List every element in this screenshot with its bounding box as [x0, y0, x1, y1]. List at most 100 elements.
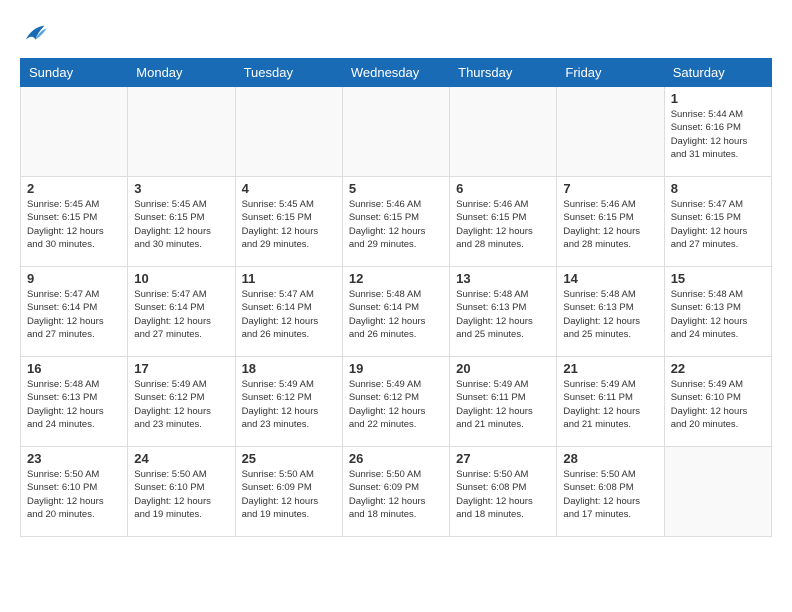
calendar-header-monday: Monday — [128, 59, 235, 87]
day-info: Sunrise: 5:44 AMSunset: 6:16 PMDaylight:… — [671, 108, 765, 161]
day-info: Sunrise: 5:50 AMSunset: 6:09 PMDaylight:… — [349, 468, 443, 521]
calendar-cell: 11Sunrise: 5:47 AMSunset: 6:14 PMDayligh… — [235, 267, 342, 357]
day-number: 18 — [242, 361, 336, 376]
day-number: 15 — [671, 271, 765, 286]
day-number: 20 — [456, 361, 550, 376]
day-info: Sunrise: 5:48 AMSunset: 6:13 PMDaylight:… — [671, 288, 765, 341]
day-number: 14 — [563, 271, 657, 286]
day-info: Sunrise: 5:50 AMSunset: 6:08 PMDaylight:… — [563, 468, 657, 521]
day-info: Sunrise: 5:49 AMSunset: 6:10 PMDaylight:… — [671, 378, 765, 431]
day-info: Sunrise: 5:48 AMSunset: 6:13 PMDaylight:… — [27, 378, 121, 431]
day-info: Sunrise: 5:49 AMSunset: 6:12 PMDaylight:… — [134, 378, 228, 431]
calendar-cell: 16 Sunrise: 5:48 AMSunset: 6:13 PMDayligh… — [21, 357, 128, 447]
day-info: Sunrise: 5:46 AMSunset: 6:15 PMDaylight:… — [563, 198, 657, 251]
day-number: 6 — [456, 181, 550, 196]
calendar-cell: 22 Sunrise: 5:49 AMSunset: 6:10 PMDayligh… — [664, 357, 771, 447]
calendar-header-tuesday: Tuesday — [235, 59, 342, 87]
day-info: Sunrise: 5:45 AMSunset: 6:15 PMDaylight:… — [27, 198, 121, 251]
day-number: 25 — [242, 451, 336, 466]
day-number: 17 — [134, 361, 228, 376]
calendar-cell: 25 Sunrise: 5:50 AMSunset: 6:09 PMDayligh… — [235, 447, 342, 537]
day-number: 23 — [27, 451, 121, 466]
day-info: Sunrise: 5:50 AMSunset: 6:10 PMDaylight:… — [27, 468, 121, 521]
calendar-cell: 6 Sunrise: 5:46 AMSunset: 6:15 PMDaylight… — [450, 177, 557, 267]
day-number: 2 — [27, 181, 121, 196]
calendar-cell: 5 Sunrise: 5:46 AMSunset: 6:15 PMDaylight… — [342, 177, 449, 267]
calendar-cell — [21, 87, 128, 177]
calendar-cell: 13Sunrise: 5:48 AMSunset: 6:13 PMDayligh… — [450, 267, 557, 357]
day-number: 1 — [671, 91, 765, 106]
day-number: 5 — [349, 181, 443, 196]
day-number: 21 — [563, 361, 657, 376]
day-info: Sunrise: 5:49 AMSunset: 6:12 PMDaylight:… — [349, 378, 443, 431]
day-info: Sunrise: 5:49 AMSunset: 6:12 PMDaylight:… — [242, 378, 336, 431]
day-number: 27 — [456, 451, 550, 466]
calendar-cell: 26Sunrise: 5:50 AMSunset: 6:09 PMDayligh… — [342, 447, 449, 537]
calendar-cell: 15 Sunrise: 5:48 AMSunset: 6:13 PMDayligh… — [664, 267, 771, 357]
logo-bird-icon — [20, 20, 48, 48]
calendar-header-friday: Friday — [557, 59, 664, 87]
day-number: 13 — [456, 271, 550, 286]
day-info: Sunrise: 5:47 AMSunset: 6:14 PMDaylight:… — [242, 288, 336, 341]
day-info: Sunrise: 5:47 AMSunset: 6:15 PMDaylight:… — [671, 198, 765, 251]
calendar-cell: 3 Sunrise: 5:45 AMSunset: 6:15 PMDaylight… — [128, 177, 235, 267]
calendar-header-saturday: Saturday — [664, 59, 771, 87]
calendar-cell — [664, 447, 771, 537]
calendar-cell: 18 Sunrise: 5:49 AMSunset: 6:12 PMDayligh… — [235, 357, 342, 447]
calendar-header-sunday: Sunday — [21, 59, 128, 87]
day-number: 10 — [134, 271, 228, 286]
calendar-cell — [128, 87, 235, 177]
calendar-cell: 24 Sunrise: 5:50 AMSunset: 6:10 PMDayligh… — [128, 447, 235, 537]
day-info: Sunrise: 5:50 AMSunset: 6:10 PMDaylight:… — [134, 468, 228, 521]
day-info: Sunrise: 5:45 AMSunset: 6:15 PMDaylight:… — [134, 198, 228, 251]
calendar-cell: 27 Sunrise: 5:50 AMSunset: 6:08 PMDayligh… — [450, 447, 557, 537]
calendar-cell — [557, 87, 664, 177]
day-info: Sunrise: 5:50 AMSunset: 6:08 PMDaylight:… — [456, 468, 550, 521]
calendar-week-row: 1 Sunrise: 5:44 AMSunset: 6:16 PMDaylight… — [21, 87, 772, 177]
calendar-week-row: 2 Sunrise: 5:45 AMSunset: 6:15 PMDaylight… — [21, 177, 772, 267]
day-info: Sunrise: 5:49 AMSunset: 6:11 PMDaylight:… — [456, 378, 550, 431]
calendar-cell: 28 Sunrise: 5:50 AMSunset: 6:08 PMDayligh… — [557, 447, 664, 537]
calendar-cell: 14 Sunrise: 5:48 AMSunset: 6:13 PMDayligh… — [557, 267, 664, 357]
day-number: 28 — [563, 451, 657, 466]
calendar-week-row: 16 Sunrise: 5:48 AMSunset: 6:13 PMDayligh… — [21, 357, 772, 447]
day-number: 7 — [563, 181, 657, 196]
day-number: 24 — [134, 451, 228, 466]
calendar-cell: 21 Sunrise: 5:49 AMSunset: 6:11 PMDayligh… — [557, 357, 664, 447]
day-info: Sunrise: 5:47 AMSunset: 6:14 PMDaylight:… — [27, 288, 121, 341]
day-info: Sunrise: 5:49 AMSunset: 6:11 PMDaylight:… — [563, 378, 657, 431]
day-number: 9 — [27, 271, 121, 286]
calendar-cell: 20 Sunrise: 5:49 AMSunset: 6:11 PMDayligh… — [450, 357, 557, 447]
calendar-week-row: 9 Sunrise: 5:47 AMSunset: 6:14 PMDaylight… — [21, 267, 772, 357]
day-number: 3 — [134, 181, 228, 196]
calendar-cell: 2 Sunrise: 5:45 AMSunset: 6:15 PMDaylight… — [21, 177, 128, 267]
calendar-cell: 17 Sunrise: 5:49 AMSunset: 6:12 PMDayligh… — [128, 357, 235, 447]
calendar-cell — [235, 87, 342, 177]
calendar-cell: 12 Sunrise: 5:48 AMSunset: 6:14 PMDayligh… — [342, 267, 449, 357]
page-header — [20, 20, 772, 48]
calendar-cell: 4 Sunrise: 5:45 AMSunset: 6:15 PMDaylight… — [235, 177, 342, 267]
day-info: Sunrise: 5:48 AMSunset: 6:13 PMDaylight:… — [563, 288, 657, 341]
calendar-cell: 19 Sunrise: 5:49 AMSunset: 6:12 PMDayligh… — [342, 357, 449, 447]
day-number: 16 — [27, 361, 121, 376]
calendar-header-wednesday: Wednesday — [342, 59, 449, 87]
day-info: Sunrise: 5:47 AMSunset: 6:14 PMDaylight:… — [134, 288, 228, 341]
logo — [20, 20, 52, 48]
day-number: 4 — [242, 181, 336, 196]
day-number: 19 — [349, 361, 443, 376]
calendar-header-row: SundayMondayTuesdayWednesdayThursdayFrid… — [21, 59, 772, 87]
day-info: Sunrise: 5:45 AMSunset: 6:15 PMDaylight:… — [242, 198, 336, 251]
calendar-week-row: 23 Sunrise: 5:50 AMSunset: 6:10 PMDayligh… — [21, 447, 772, 537]
calendar-cell: 1 Sunrise: 5:44 AMSunset: 6:16 PMDaylight… — [664, 87, 771, 177]
calendar-cell — [450, 87, 557, 177]
day-info: Sunrise: 5:46 AMSunset: 6:15 PMDaylight:… — [349, 198, 443, 251]
calendar-cell: 7 Sunrise: 5:46 AMSunset: 6:15 PMDaylight… — [557, 177, 664, 267]
calendar-cell: 9 Sunrise: 5:47 AMSunset: 6:14 PMDaylight… — [21, 267, 128, 357]
day-info: Sunrise: 5:46 AMSunset: 6:15 PMDaylight:… — [456, 198, 550, 251]
day-info: Sunrise: 5:50 AMSunset: 6:09 PMDaylight:… — [242, 468, 336, 521]
day-number: 12 — [349, 271, 443, 286]
day-info: Sunrise: 5:48 AMSunset: 6:14 PMDaylight:… — [349, 288, 443, 341]
calendar-cell: 10 Sunrise: 5:47 AMSunset: 6:14 PMDayligh… — [128, 267, 235, 357]
day-number: 22 — [671, 361, 765, 376]
calendar-header-thursday: Thursday — [450, 59, 557, 87]
